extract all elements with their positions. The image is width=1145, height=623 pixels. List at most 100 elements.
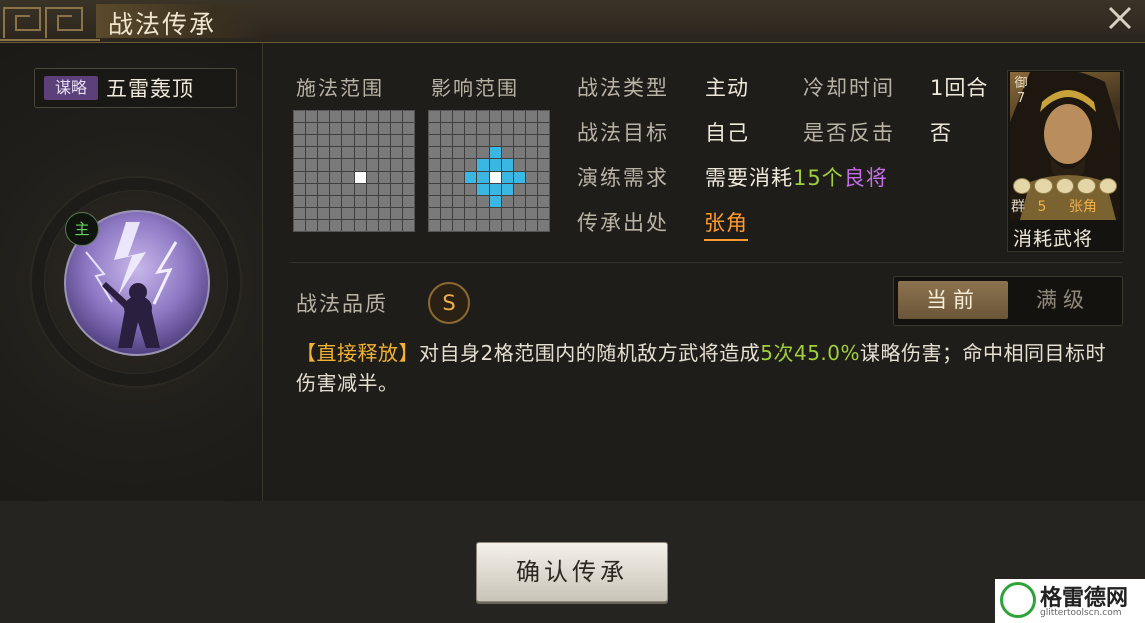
grid-cell: [441, 171, 453, 183]
skill-type-value: 主动: [705, 76, 749, 100]
grid-cell: [441, 219, 453, 231]
grid-cell: [378, 171, 390, 183]
grid-cell: [465, 207, 477, 219]
grid-cell: [489, 171, 501, 183]
grid-cell: [501, 183, 513, 195]
grid-cell: [513, 123, 525, 135]
grid-cell: [342, 219, 354, 231]
grid-cell: [342, 111, 354, 123]
star-icon: [1034, 178, 1053, 194]
cast-range-grid: [293, 110, 415, 232]
close-icon[interactable]: [1102, 4, 1138, 40]
hero-card-cost-top: 御: [1014, 76, 1028, 91]
grid-cell: [489, 207, 501, 219]
grid-cell: [378, 195, 390, 207]
grid-cell: [501, 219, 513, 231]
grid-cell: [525, 111, 537, 123]
grid-cell: [513, 195, 525, 207]
grid-cell: [525, 219, 537, 231]
grid-cell: [429, 183, 441, 195]
grid-cell: [354, 219, 366, 231]
grid-cell: [306, 171, 318, 183]
skill-type-label: 战法类型: [577, 76, 669, 100]
grid-cell: [441, 123, 453, 135]
grid-cell: [330, 111, 342, 123]
grid-cell: [294, 183, 306, 195]
grid-cell: [525, 195, 537, 207]
grid-cell: [537, 147, 549, 159]
star-icon: [1077, 178, 1096, 194]
grid-cell: [390, 111, 402, 123]
tab-current[interactable]: 当前: [898, 281, 1008, 319]
confirm-inherit-button[interactable]: 确认传承: [476, 542, 668, 602]
grid-cell: [465, 183, 477, 195]
grid-cell: [489, 135, 501, 147]
grid-cell: [429, 147, 441, 159]
watermark-url: glittertoolscn.com: [1040, 608, 1122, 618]
tab-max-level[interactable]: 满级: [1010, 281, 1116, 319]
grid-cell: [294, 135, 306, 147]
header-ornament-icon: [0, 7, 100, 41]
requirement-label: 演练需求: [577, 166, 669, 190]
cooldown-label: 冷却时间: [803, 76, 895, 100]
grid-cell: [501, 123, 513, 135]
grid-cell: [378, 135, 390, 147]
hero-cost: 5: [1037, 199, 1047, 215]
grid-cell: [402, 207, 414, 219]
section-divider: [290, 262, 1122, 263]
grid-cell: [525, 183, 537, 195]
grid-cell: [465, 147, 477, 159]
cast-range-label: 施法范围: [296, 76, 384, 100]
grid-cell: [318, 207, 330, 219]
cooldown-value: 1回合: [930, 76, 989, 100]
grid-cell: [342, 195, 354, 207]
grid-cell: [513, 171, 525, 183]
description-tag: 【直接释放】: [296, 341, 419, 365]
grid-cell: [429, 123, 441, 135]
grid-cell: [489, 195, 501, 207]
grid-cell: [354, 183, 366, 195]
grid-cell: [429, 195, 441, 207]
source-hero-link[interactable]: 张角: [704, 207, 748, 241]
grid-cell: [330, 171, 342, 183]
grid-cell: [306, 135, 318, 147]
consume-hero-label: 消耗武将: [1013, 228, 1094, 250]
grid-cell: [294, 147, 306, 159]
grid-cell: [366, 147, 378, 159]
grid-cell: [441, 111, 453, 123]
grid-cell: [489, 183, 501, 195]
grid-cell: [354, 147, 366, 159]
grid-cell: [354, 159, 366, 171]
grid-cell: [294, 111, 306, 123]
grid-cell: [306, 123, 318, 135]
grid-cell: [342, 135, 354, 147]
skill-name: 五雷轰顶: [106, 77, 194, 101]
counter-label: 是否反击: [803, 121, 895, 145]
grid-cell: [501, 171, 513, 183]
grid-cell: [489, 123, 501, 135]
grid-cell: [489, 219, 501, 231]
grid-cell: [366, 135, 378, 147]
requirement-hero-quality: 良将: [843, 166, 888, 190]
grid-cell: [306, 111, 318, 123]
grid-cell: [537, 219, 549, 231]
grid-cell: [441, 183, 453, 195]
grid-cell: [366, 219, 378, 231]
grid-cell: [525, 159, 537, 171]
grid-cell: [465, 159, 477, 171]
grid-cell: [525, 135, 537, 147]
grid-cell: [402, 111, 414, 123]
grid-cell: [465, 111, 477, 123]
grid-cell: [429, 219, 441, 231]
grid-cell: [513, 111, 525, 123]
grid-cell: [342, 147, 354, 159]
grid-cell: [441, 159, 453, 171]
description-times: 5次: [760, 341, 794, 365]
grid-cell: [429, 207, 441, 219]
grid-cell: [330, 159, 342, 171]
grid-cell: [342, 207, 354, 219]
grid-cell: [354, 123, 366, 135]
grid-cell: [453, 183, 465, 195]
grid-cell: [318, 219, 330, 231]
grid-cell: [501, 147, 513, 159]
